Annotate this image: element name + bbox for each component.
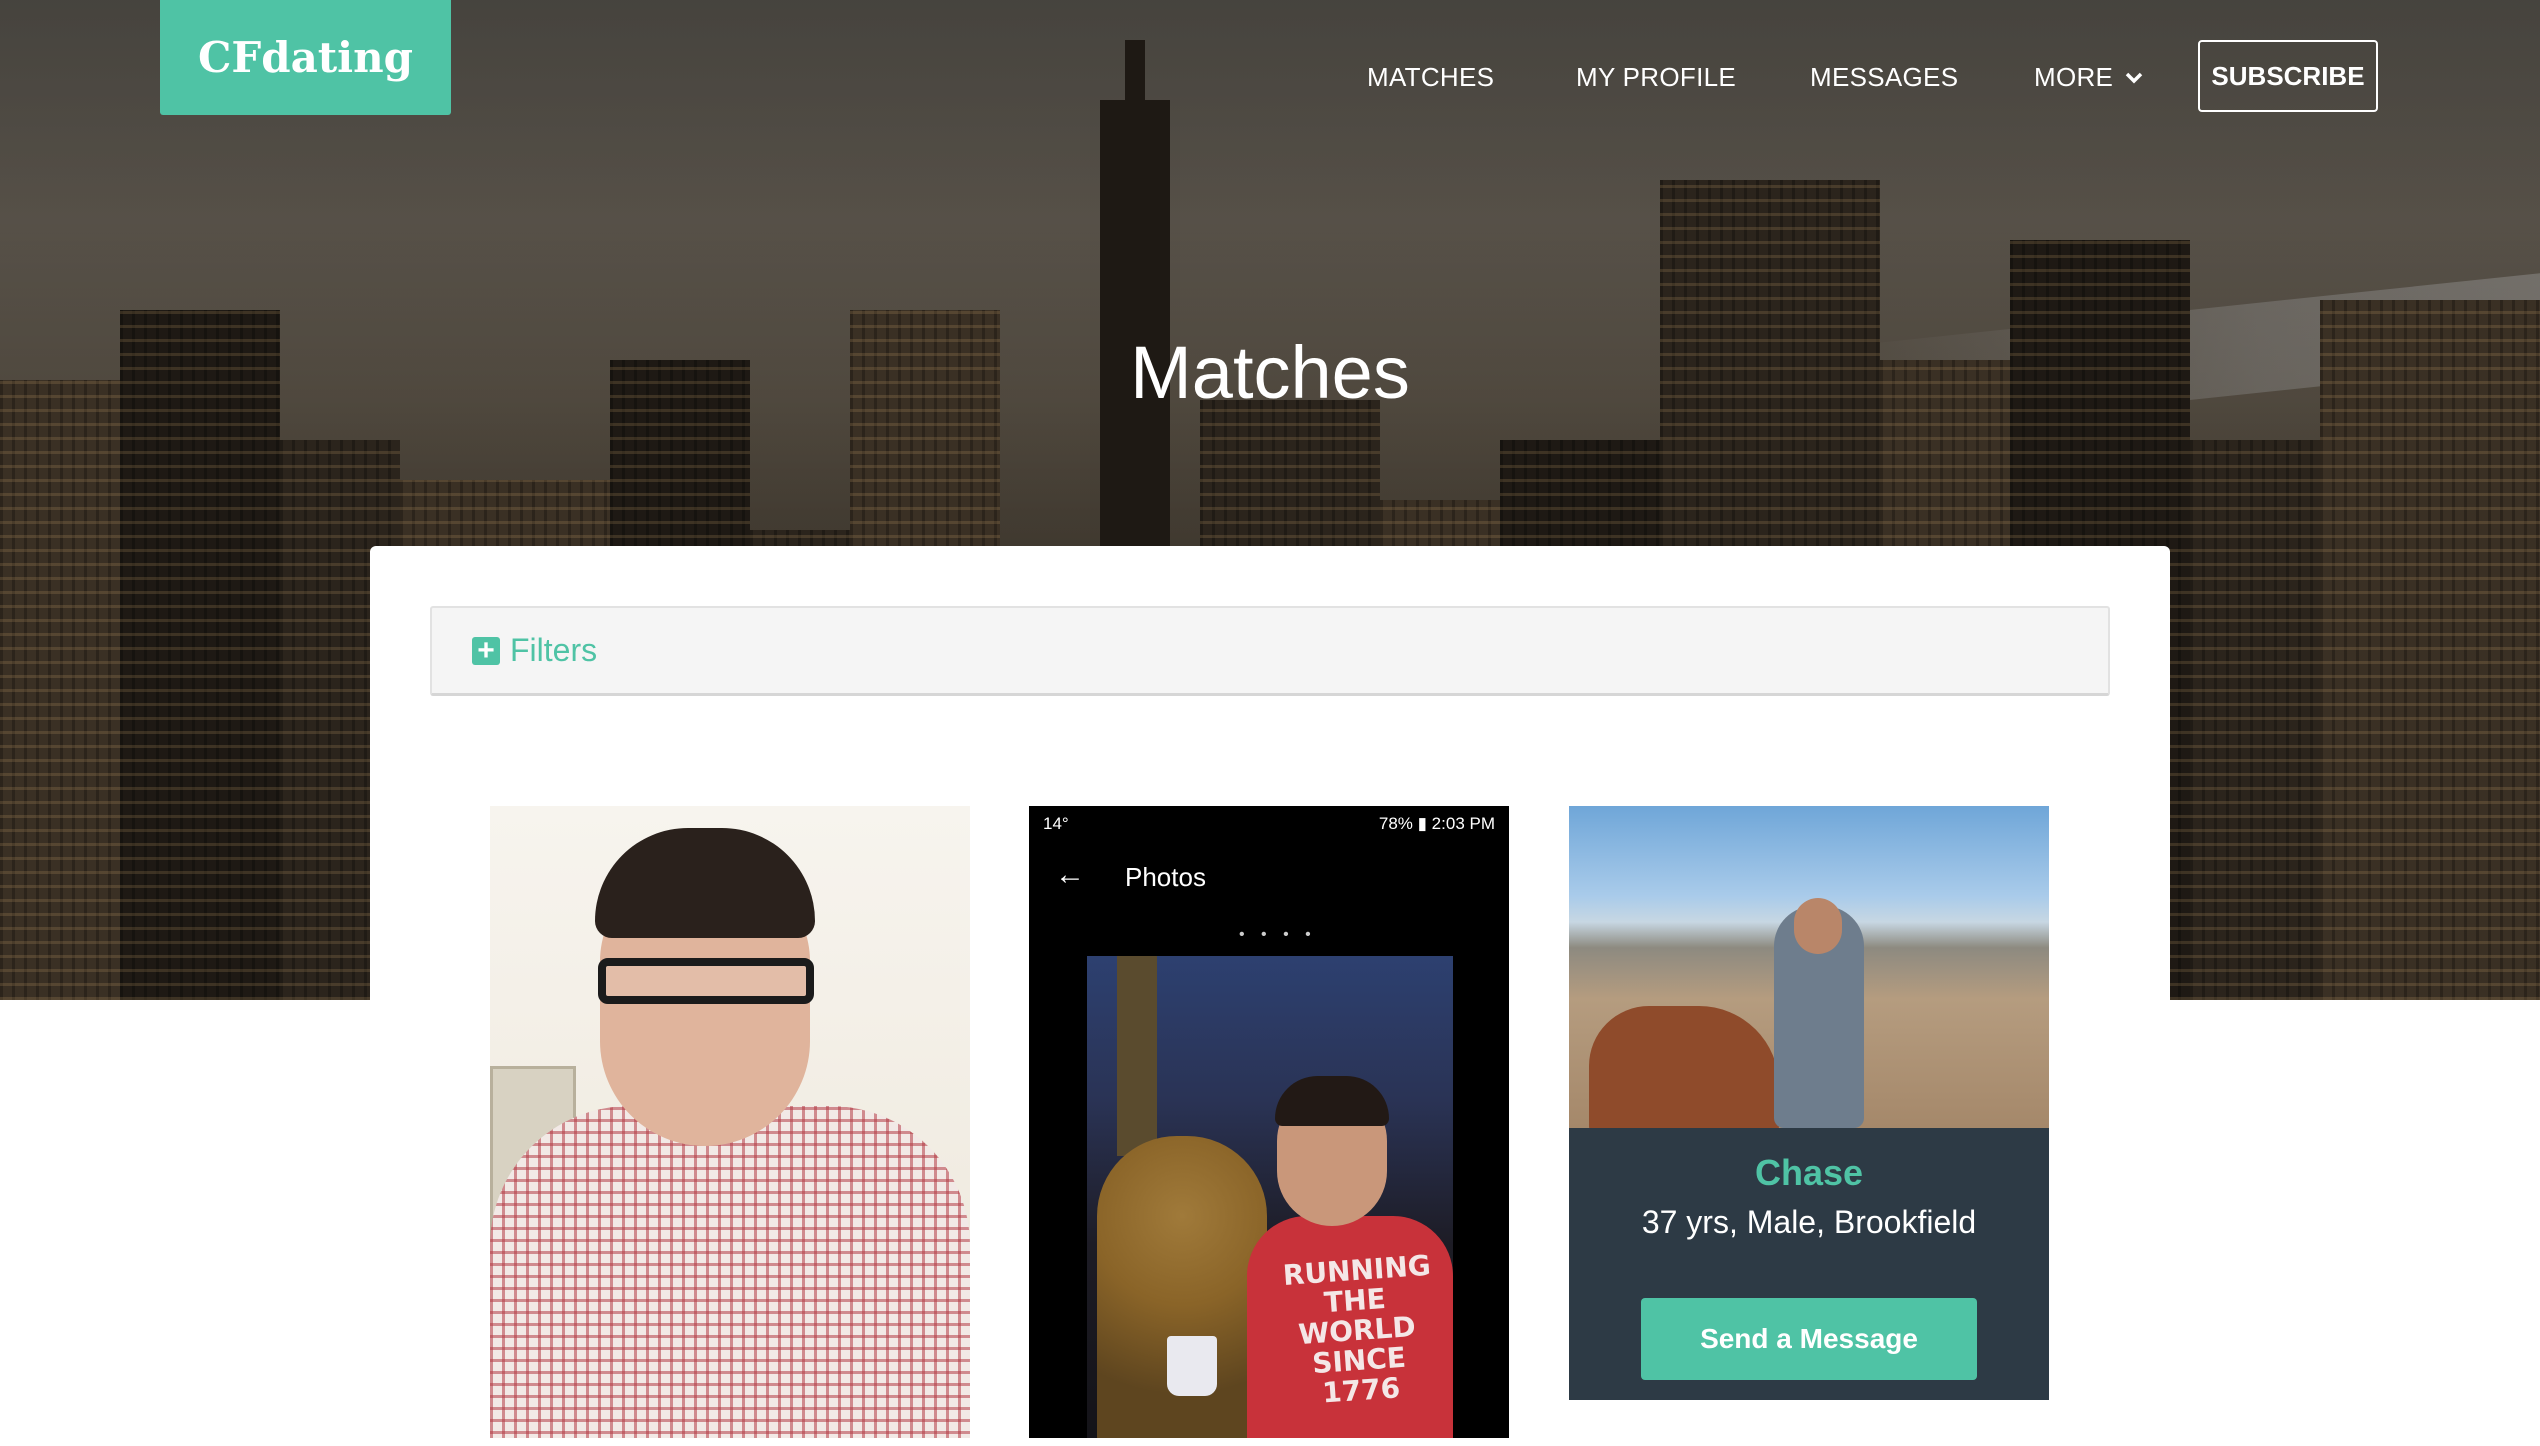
send-message-button[interactable]: Send a Message <box>1641 1298 1977 1380</box>
filters-label: Filters <box>510 632 598 668</box>
chevron-down-icon <box>2125 72 2143 83</box>
match-details: 37 yrs, Male, Brookfield <box>1641 1204 1977 1240</box>
plus-square-icon: + <box>472 635 500 665</box>
page-title: Matches <box>1130 331 1410 414</box>
main-nav: MATCHES MY PROFILE MESSAGES MORE SUBSCRI… <box>0 40 2540 116</box>
phone-app-bar: ← Photos <box>1029 846 1509 906</box>
match-card-photo[interactable] <box>490 806 970 1438</box>
party-photo: RUNNING THE WORLD SINCE 1776 <box>1087 956 1453 1438</box>
hair <box>595 828 815 938</box>
shirt-text: RUNNING THE WORLD SINCE 1776 <box>1281 1248 1432 1410</box>
nav-more-label: MORE <box>2034 62 2114 92</box>
glasses <box>598 958 814 1004</box>
match-name[interactable]: Chase <box>1569 1152 2049 1194</box>
face <box>1794 898 1842 954</box>
phone-status-bar: 14° 78% ▮ 2:03 PM <box>1029 806 1509 840</box>
pager-dots: • • • • <box>1239 926 1317 943</box>
match-card-photo[interactable]: 14° 78% ▮ 2:03 PM ← Photos • • • • RUNNI… <box>1029 806 1509 1438</box>
rock <box>1589 1006 1779 1128</box>
phone-status-left: 14° <box>1043 814 1069 833</box>
profile-photo[interactable] <box>1569 806 2049 1128</box>
cup <box>1167 1336 1217 1396</box>
phone-app-title: Photos <box>1125 862 1206 892</box>
nav-messages[interactable]: MESSAGES <box>1810 62 1958 93</box>
back-arrow-icon: ← <box>1055 858 1085 891</box>
match-card-profile: Chase 37 yrs, Male, Brookfield Send a Me… <box>1569 806 2049 1400</box>
nav-matches[interactable]: MATCHES <box>1367 62 1494 93</box>
filters-toggle[interactable]: + Filters <box>430 606 2110 696</box>
nav-my-profile[interactable]: MY PROFILE <box>1576 62 1736 93</box>
hair <box>1275 1076 1389 1126</box>
subscribe-button[interactable]: SUBSCRIBE <box>2198 40 2378 112</box>
plaid-shirt <box>490 1106 970 1438</box>
nav-more[interactable]: MORE <box>2034 62 2143 93</box>
wooden-pole <box>1117 956 1157 1156</box>
phone-status-right: 78% ▮ 2:03 PM <box>1378 814 1495 833</box>
